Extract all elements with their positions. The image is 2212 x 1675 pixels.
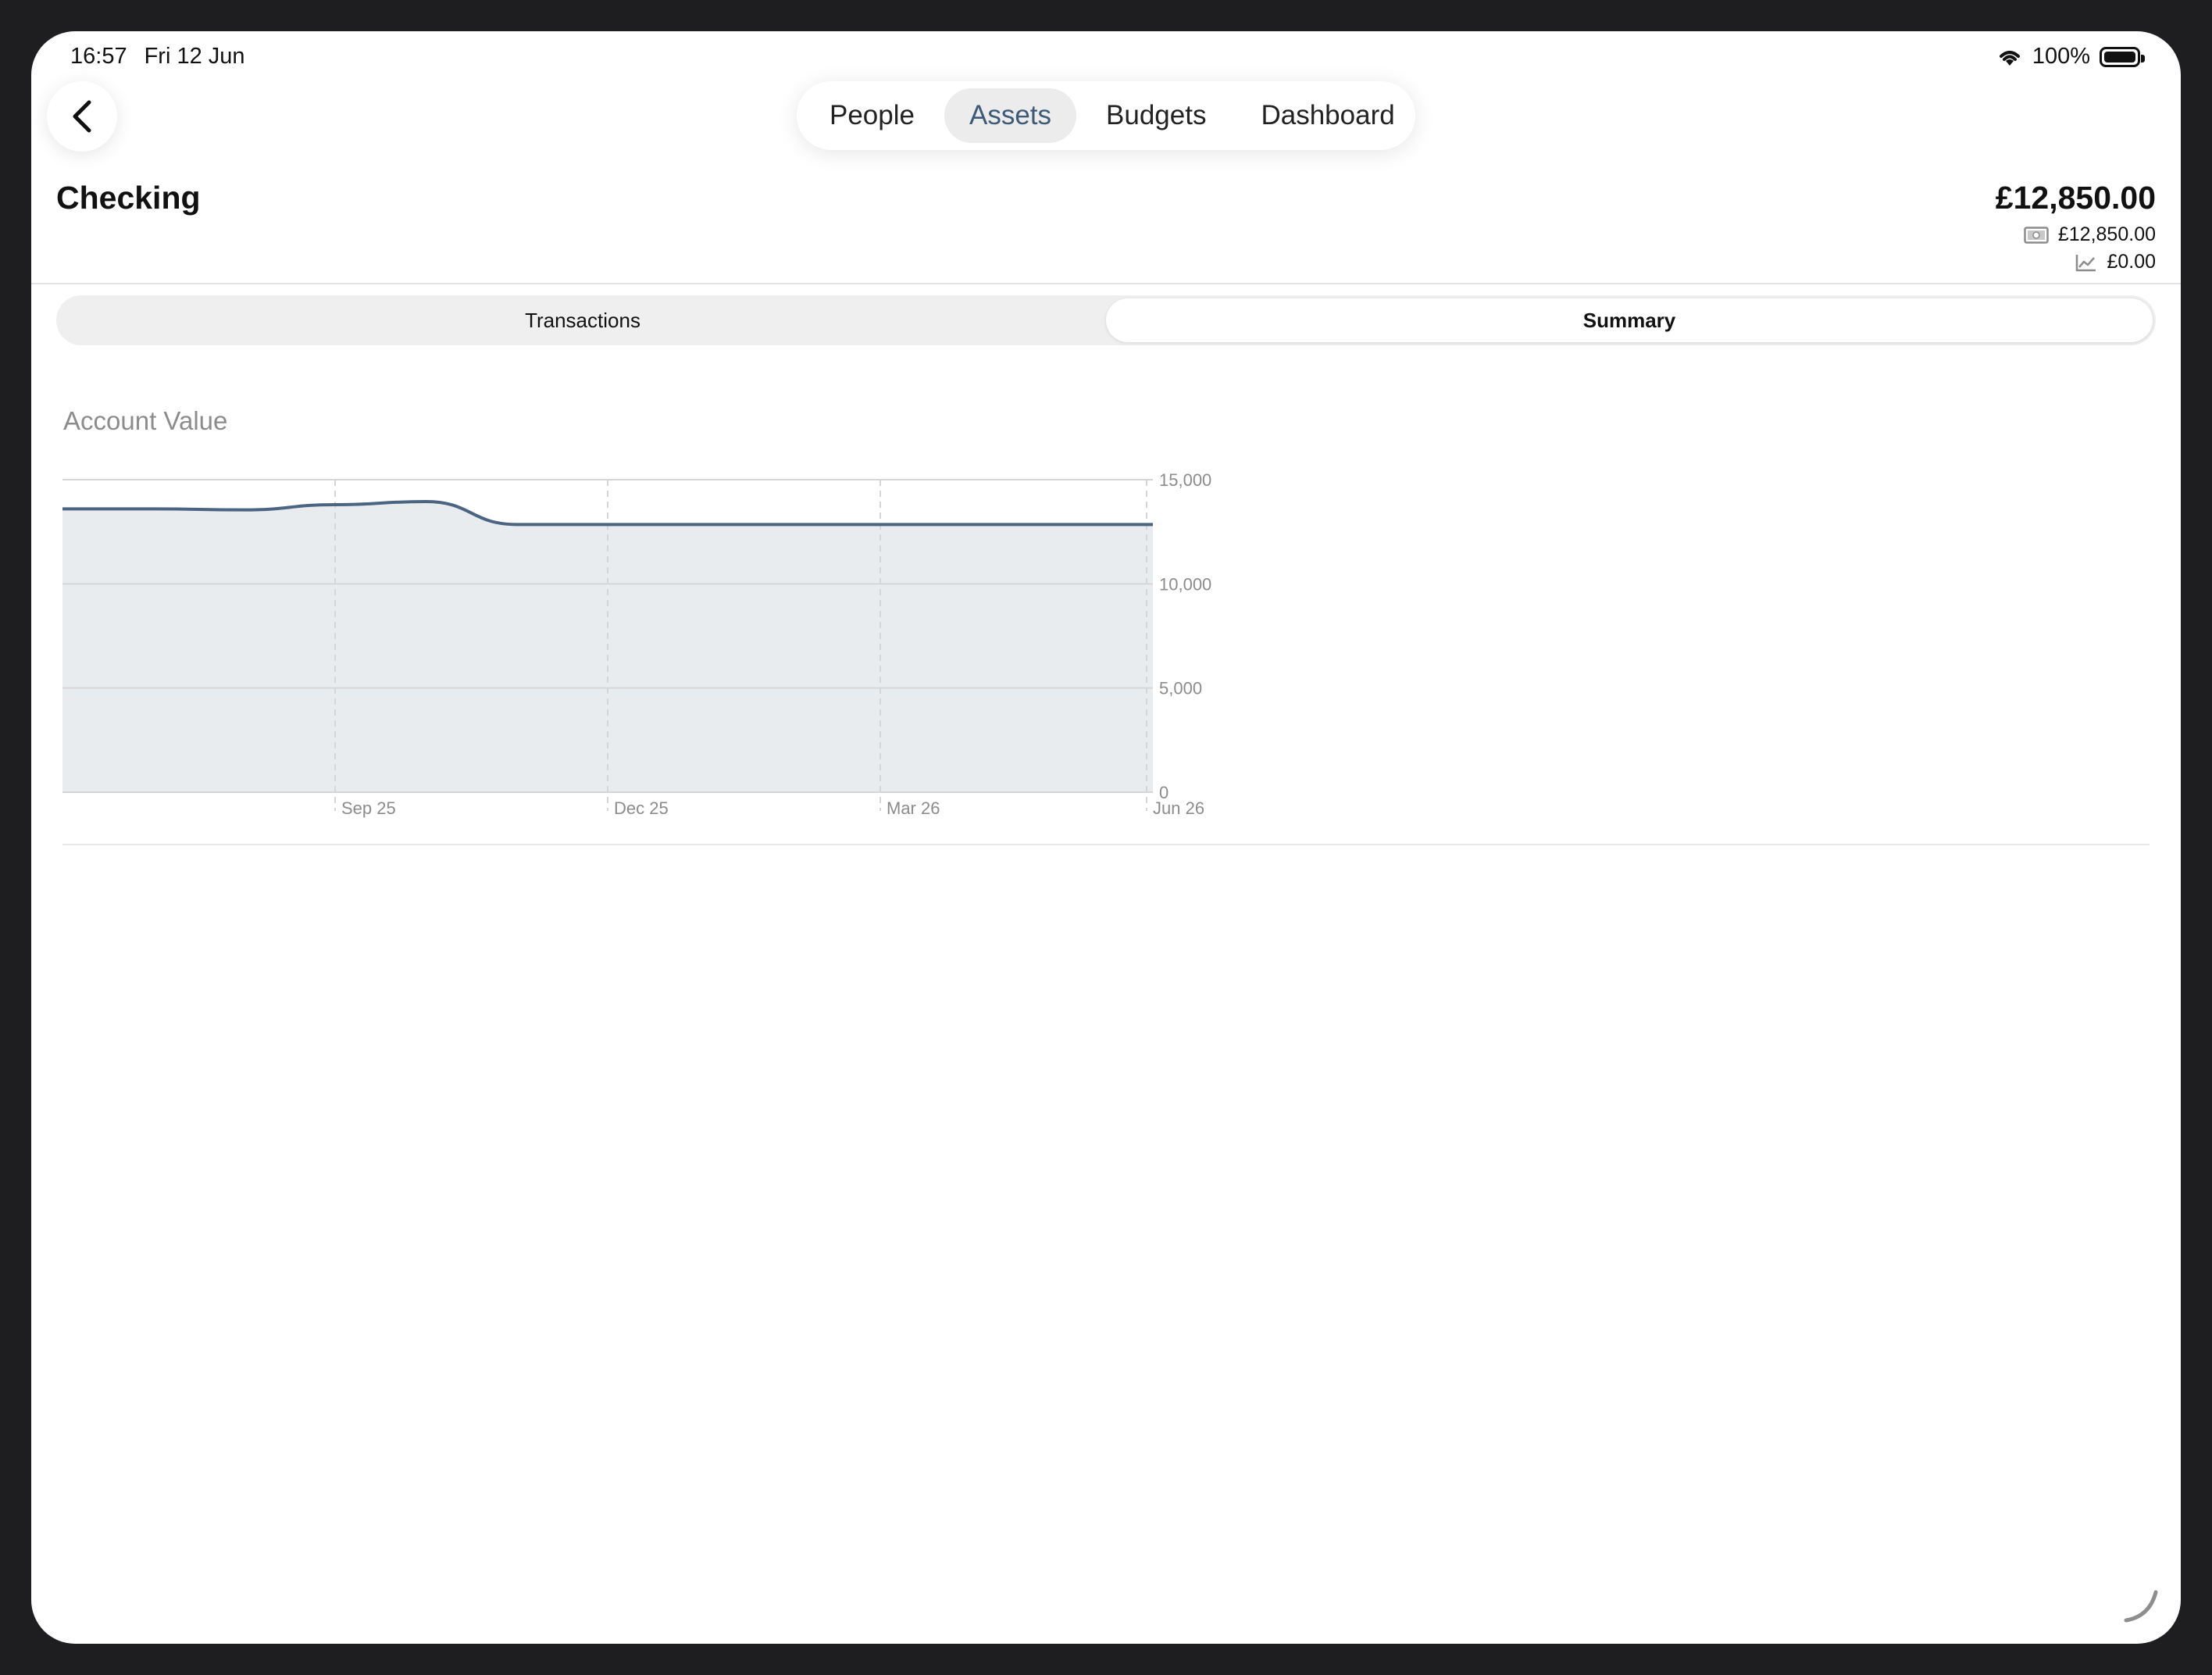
x-tick-label: Sep 25 [341,798,396,818]
section-divider [62,844,2150,845]
app-screen: 16:57 Fri 12 Jun 100% People Assets Budg… [31,31,2181,1644]
y-tick-label: 10,000 [1159,574,1211,594]
x-tick-label: Dec 25 [614,798,669,818]
x-tick-label: Mar 26 [887,798,940,818]
account-value-chart: 15,00010,0005,0000Sep 25 Dec 25 Mar 26 Jun … [62,470,1211,818]
resize-handle-icon [2124,1590,2158,1623]
x-tick-label: Jun 26 [1153,798,1204,818]
y-tick-label: 5,000 [1159,679,1202,698]
y-tick-label: 15,000 [1159,470,1211,490]
